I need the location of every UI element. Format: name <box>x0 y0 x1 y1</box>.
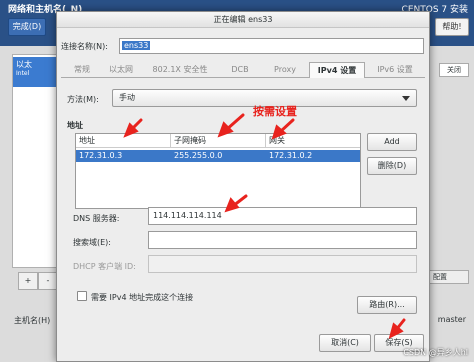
tab-proxy[interactable]: Proxy <box>263 62 307 78</box>
tab-8021x-security[interactable]: 802.1X 安全性 <box>145 62 215 78</box>
search-domain-input[interactable] <box>148 231 417 249</box>
network-device-item[interactable]: 以太 Intel <box>13 57 57 87</box>
configure-button[interactable]: 配置 <box>429 270 469 284</box>
settings-tabs: 常规 以太网 802.1X 安全性 DCB Proxy IPv4 设置 IPv6… <box>61 60 425 78</box>
dialog-title: 正在编辑 ens33 <box>57 12 429 28</box>
cancel-button[interactable]: 取消(C) <box>319 334 371 352</box>
network-device-name: 以太 <box>16 60 32 69</box>
require-ipv4-label[interactable]: 需要 IPv4 地址完成这个连接 <box>91 292 193 303</box>
device-toggle[interactable]: 关闭 <box>439 63 469 77</box>
routes-button[interactable]: 路由(R)... <box>357 296 417 314</box>
tab-dcb[interactable]: DCB <box>219 62 261 78</box>
add-device-button[interactable]: + <box>18 272 38 290</box>
add-address-button[interactable]: Add <box>367 133 417 151</box>
edit-connection-dialog: 正在编辑 ens33 连接名称(N): ens33 常规 以太网 802.1X … <box>56 11 430 362</box>
dhcp-client-id-label: DHCP 客户端 ID: <box>73 262 136 271</box>
tab-general[interactable]: 常规 <box>65 62 99 78</box>
column-header-netmask[interactable]: 子网掩码 <box>171 134 266 148</box>
column-header-gateway[interactable]: 网关 <box>266 134 360 148</box>
tab-ethernet[interactable]: 以太网 <box>101 62 141 78</box>
annotation-text: 按需设置 <box>253 105 297 118</box>
method-value: 手动 <box>119 93 135 102</box>
search-domain-label: 搜索域(E): <box>73 238 111 247</box>
address-cell[interactable]: 172.31.0.3 <box>76 150 171 162</box>
tab-ipv4-settings[interactable]: IPv4 设置 <box>309 62 365 78</box>
gateway-cell[interactable]: 172.31.0.2 <box>266 150 360 162</box>
chevron-down-icon <box>402 96 410 101</box>
require-ipv4-checkbox[interactable] <box>77 291 87 301</box>
remove-device-button[interactable]: - <box>38 272 58 290</box>
connection-name-value: ens33 <box>122 41 151 50</box>
netmask-cell[interactable]: 255.255.0.0 <box>171 150 266 162</box>
delete-address-button[interactable]: 删除(D) <box>367 157 417 175</box>
tab-ipv6-settings[interactable]: IPv6 设置 <box>367 62 423 78</box>
address-table[interactable]: 地址 子网掩码 网关 172.31.0.3 255.255.0.0 172.31… <box>75 133 361 209</box>
hostname-label: 主机名(H) <box>14 316 51 325</box>
connection-name-label: 连接名称(N): <box>61 42 108 51</box>
dns-label: DNS 服务器: <box>73 214 120 223</box>
hostname-value: master <box>437 315 466 324</box>
watermark: CSDN @异乡人hl <box>403 348 468 357</box>
done-button[interactable]: 完成(D) <box>8 18 46 36</box>
dns-servers-input[interactable]: 114.114.114.114 <box>148 207 417 225</box>
address-section-label: 地址 <box>67 121 83 130</box>
table-row[interactable]: 172.31.0.3 255.255.0.0 172.31.0.2 <box>76 150 360 162</box>
method-label: 方法(M): <box>67 95 99 104</box>
column-header-address[interactable]: 地址 <box>76 134 171 148</box>
network-device-desc: Intel <box>16 70 30 77</box>
connection-name-input[interactable]: ens33 <box>119 38 424 54</box>
help-button[interactable]: 帮助! <box>435 18 469 36</box>
network-device-list[interactable]: 以太 Intel <box>12 54 58 268</box>
dhcp-client-id-input[interactable] <box>148 255 417 273</box>
